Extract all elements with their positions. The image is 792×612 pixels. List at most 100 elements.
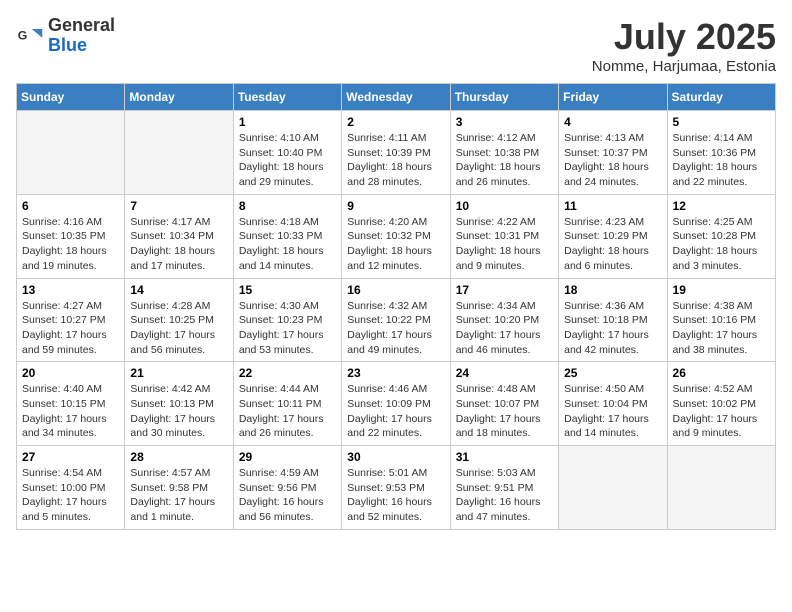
- day-number: 17: [456, 283, 553, 297]
- logo: G General Blue: [16, 16, 115, 56]
- calendar-cell: 1Sunrise: 4:10 AM Sunset: 10:40 PM Dayli…: [233, 111, 341, 195]
- calendar-week-row: 27Sunrise: 4:54 AM Sunset: 10:00 PM Dayl…: [17, 446, 776, 530]
- calendar-cell: 31 Sunrise: 5:03 AM Sunset: 9:51 PM Dayli…: [450, 446, 558, 530]
- day-info: Sunrise: 4:12 AM Sunset: 10:38 PM Daylig…: [456, 131, 553, 190]
- calendar-cell: 20 Sunrise: 4:40 AM Sunset: 10:15 PM Dayl…: [17, 362, 125, 446]
- page-header: G General Blue July 2025 Nomme, Harjumaa…: [16, 16, 776, 75]
- calendar-table: SundayMondayTuesdayWednesdayThursdayFrid…: [16, 83, 776, 530]
- day-info: Sunrise: 4:48 AM Sunset: 10:07 PM Daylig…: [456, 382, 553, 441]
- day-info: Sunrise: 4:27 AM Sunset: 10:27 PM Daylig…: [22, 299, 119, 358]
- day-info: Sunrise: 4:22 AM Sunset: 10:31 PM Daylig…: [456, 215, 553, 274]
- day-number: 6: [22, 199, 119, 213]
- day-info: Sunrise: 5:03 AM Sunset: 9:51 PM Dayligh…: [456, 466, 553, 525]
- day-info: Sunrise: 4:38 AM Sunset: 10:16 PM Daylig…: [673, 299, 770, 358]
- day-info: Sunrise: 4:50 AM Sunset: 10:04 PM Daylig…: [564, 382, 661, 441]
- calendar-cell: 18 Sunrise: 4:36 AM Sunset: 10:18 PM Dayl…: [559, 278, 667, 362]
- header-day-saturday: Saturday: [667, 84, 775, 111]
- calendar-cell: 7 Sunrise: 4:17 AM Sunset: 10:34 PM Dayli…: [125, 194, 233, 278]
- calendar-cell: 16 Sunrise: 4:32 AM Sunset: 10:22 PM Dayl…: [342, 278, 450, 362]
- calendar-cell: 5 Sunrise: 4:14 AM Sunset: 10:36 PM Dayli…: [667, 111, 775, 195]
- day-number: 8: [239, 199, 336, 213]
- logo-general-text: General: [48, 16, 115, 36]
- day-number: 22: [239, 366, 336, 380]
- day-number: 16: [347, 283, 444, 297]
- day-info: Sunrise: 4:20 AM Sunset: 10:32 PM Daylig…: [347, 215, 444, 274]
- header-day-thursday: Thursday: [450, 84, 558, 111]
- day-info: Sunrise: 4:16 AM Sunset: 10:35 PM Daylig…: [22, 215, 119, 274]
- day-number: 23: [347, 366, 444, 380]
- calendar-week-row: 13 Sunrise: 4:27 AM Sunset: 10:27 PM Dayl…: [17, 278, 776, 362]
- day-info: Sunrise: 4:44 AM Sunset: 10:11 PM Daylig…: [239, 382, 336, 441]
- day-number: 27: [22, 450, 119, 464]
- calendar-cell: 6 Sunrise: 4:16 AM Sunset: 10:35 PM Dayli…: [17, 194, 125, 278]
- day-info: Sunrise: 4:52 AM Sunset: 10:02 PM Daylig…: [673, 382, 770, 441]
- logo-blue-text: Blue: [48, 36, 115, 56]
- calendar-cell: 10 Sunrise: 4:22 AM Sunset: 10:31 PM Dayl…: [450, 194, 558, 278]
- day-info: Sunrise: 4:28 AM Sunset: 10:25 PM Daylig…: [130, 299, 227, 358]
- day-info: Sunrise: 4:30 AM Sunset: 10:23 PM Daylig…: [239, 299, 336, 358]
- calendar-cell: 27Sunrise: 4:54 AM Sunset: 10:00 PM Dayl…: [17, 446, 125, 530]
- month-year-title: July 2025: [592, 16, 776, 58]
- day-info: Sunrise: 4:40 AM Sunset: 10:15 PM Daylig…: [22, 382, 119, 441]
- day-info: Sunrise: 4:59 AM Sunset: 9:56 PM Dayligh…: [239, 466, 336, 525]
- calendar-week-row: 1Sunrise: 4:10 AM Sunset: 10:40 PM Dayli…: [17, 111, 776, 195]
- calendar-week-row: 20 Sunrise: 4:40 AM Sunset: 10:15 PM Dayl…: [17, 362, 776, 446]
- calendar-cell: 30Sunrise: 5:01 AM Sunset: 9:53 PM Dayli…: [342, 446, 450, 530]
- calendar-cell: 21Sunrise: 4:42 AM Sunset: 10:13 PM Dayl…: [125, 362, 233, 446]
- day-number: 4: [564, 115, 661, 129]
- calendar-cell: 14 Sunrise: 4:28 AM Sunset: 10:25 PM Dayl…: [125, 278, 233, 362]
- day-number: 5: [673, 115, 770, 129]
- calendar-cell: 2 Sunrise: 4:11 AM Sunset: 10:39 PM Dayli…: [342, 111, 450, 195]
- day-info: Sunrise: 4:18 AM Sunset: 10:33 PM Daylig…: [239, 215, 336, 274]
- calendar-cell: 9 Sunrise: 4:20 AM Sunset: 10:32 PM Dayli…: [342, 194, 450, 278]
- day-number: 7: [130, 199, 227, 213]
- day-number: 26: [673, 366, 770, 380]
- day-number: 25: [564, 366, 661, 380]
- day-number: 20: [22, 366, 119, 380]
- calendar-cell: [17, 111, 125, 195]
- calendar-cell: 19Sunrise: 4:38 AM Sunset: 10:16 PM Dayl…: [667, 278, 775, 362]
- day-info: Sunrise: 4:57 AM Sunset: 9:58 PM Dayligh…: [130, 466, 227, 525]
- calendar-cell: 25 Sunrise: 4:50 AM Sunset: 10:04 PM Dayl…: [559, 362, 667, 446]
- calendar-cell: 26 Sunrise: 4:52 AM Sunset: 10:02 PM Dayl…: [667, 362, 775, 446]
- day-info: Sunrise: 4:17 AM Sunset: 10:34 PM Daylig…: [130, 215, 227, 274]
- day-number: 9: [347, 199, 444, 213]
- day-info: Sunrise: 4:14 AM Sunset: 10:36 PM Daylig…: [673, 131, 770, 190]
- day-info: Sunrise: 4:11 AM Sunset: 10:39 PM Daylig…: [347, 131, 444, 190]
- header-day-wednesday: Wednesday: [342, 84, 450, 111]
- header-day-tuesday: Tuesday: [233, 84, 341, 111]
- day-number: 18: [564, 283, 661, 297]
- calendar-cell: 3Sunrise: 4:12 AM Sunset: 10:38 PM Dayli…: [450, 111, 558, 195]
- header-day-monday: Monday: [125, 84, 233, 111]
- calendar-cell: 8 Sunrise: 4:18 AM Sunset: 10:33 PM Dayli…: [233, 194, 341, 278]
- day-info: Sunrise: 4:36 AM Sunset: 10:18 PM Daylig…: [564, 299, 661, 358]
- calendar-cell: 11 Sunrise: 4:23 AM Sunset: 10:29 PM Dayl…: [559, 194, 667, 278]
- day-number: 11: [564, 199, 661, 213]
- day-number: 14: [130, 283, 227, 297]
- day-info: Sunrise: 4:13 AM Sunset: 10:37 PM Daylig…: [564, 131, 661, 190]
- calendar-header-row: SundayMondayTuesdayWednesdayThursdayFrid…: [17, 84, 776, 111]
- day-number: 29: [239, 450, 336, 464]
- day-number: 31: [456, 450, 553, 464]
- day-info: Sunrise: 4:23 AM Sunset: 10:29 PM Daylig…: [564, 215, 661, 274]
- title-block: July 2025 Nomme, Harjumaa, Estonia: [592, 16, 776, 75]
- day-info: Sunrise: 4:32 AM Sunset: 10:22 PM Daylig…: [347, 299, 444, 358]
- day-number: 28: [130, 450, 227, 464]
- day-number: 24: [456, 366, 553, 380]
- day-number: 13: [22, 283, 119, 297]
- day-number: 30: [347, 450, 444, 464]
- day-number: 2: [347, 115, 444, 129]
- day-number: 15: [239, 283, 336, 297]
- calendar-cell: [559, 446, 667, 530]
- location-subtitle: Nomme, Harjumaa, Estonia: [592, 58, 776, 75]
- logo-icon: G: [16, 22, 44, 50]
- calendar-cell: [667, 446, 775, 530]
- calendar-week-row: 6 Sunrise: 4:16 AM Sunset: 10:35 PM Dayli…: [17, 194, 776, 278]
- header-day-sunday: Sunday: [17, 84, 125, 111]
- calendar-cell: 24 Sunrise: 4:48 AM Sunset: 10:07 PM Dayl…: [450, 362, 558, 446]
- calendar-cell: 22 Sunrise: 4:44 AM Sunset: 10:11 PM Dayl…: [233, 362, 341, 446]
- day-number: 10: [456, 199, 553, 213]
- calendar-cell: 12Sunrise: 4:25 AM Sunset: 10:28 PM Dayl…: [667, 194, 775, 278]
- calendar-cell: [125, 111, 233, 195]
- calendar-cell: 13 Sunrise: 4:27 AM Sunset: 10:27 PM Dayl…: [17, 278, 125, 362]
